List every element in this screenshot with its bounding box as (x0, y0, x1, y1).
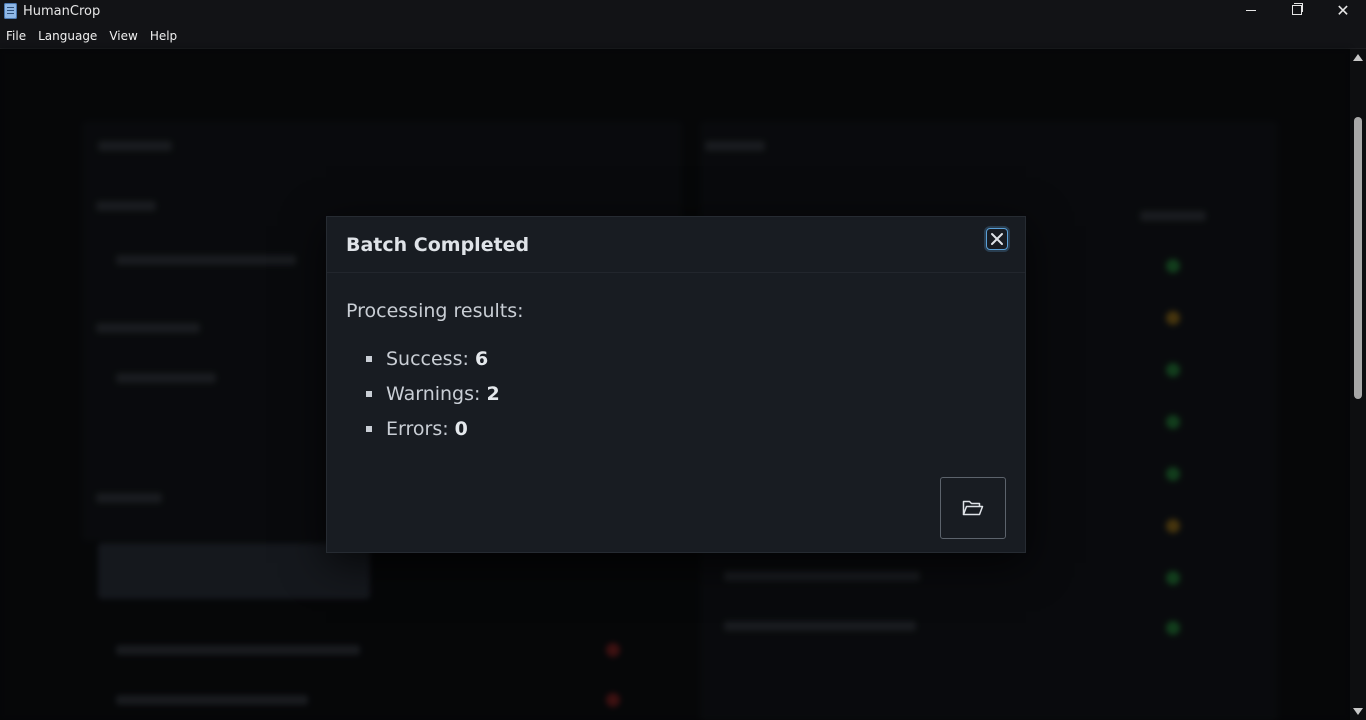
bullet-icon (366, 356, 372, 362)
background-placeholder (116, 373, 216, 383)
title-bar[interactable]: HumanCrop ✕ (0, 0, 1366, 24)
dialog-body: Processing results: Success: 6 Warnings:… (346, 299, 986, 452)
background-status-dot (1166, 519, 1180, 533)
result-label: Errors: (386, 418, 455, 440)
result-value: 2 (486, 383, 500, 405)
bullet-icon (366, 391, 372, 397)
dialog-title: Batch Completed (346, 234, 530, 256)
menu-help[interactable]: Help (144, 24, 183, 48)
background-placeholder (705, 141, 765, 151)
dialog-close-button[interactable] (986, 228, 1008, 250)
close-icon (991, 233, 1003, 245)
background-status-dot (1166, 415, 1180, 429)
background-placeholder (116, 645, 360, 655)
folder-open-icon (962, 500, 984, 516)
background-status-dot (1166, 363, 1180, 377)
scroll-down-icon[interactable] (1353, 708, 1363, 715)
result-value: 6 (474, 348, 489, 370)
background-status-dot (1166, 621, 1180, 635)
maximize-button[interactable] (1274, 0, 1320, 24)
background-placeholder (724, 571, 920, 581)
background-status-dot (1166, 467, 1180, 481)
result-label: Warnings: (386, 383, 487, 405)
result-label: Success: (386, 348, 475, 370)
batch-completed-dialog: Batch Completed Processing results: Succ… (326, 216, 1026, 553)
background-placeholder (96, 493, 162, 503)
maximize-icon (1292, 3, 1303, 15)
close-window-icon: ✕ (1336, 0, 1350, 20)
scroll-thumb[interactable] (1354, 117, 1362, 399)
open-output-folder-button[interactable] (940, 477, 1006, 539)
background-placeholder (98, 141, 172, 151)
results-heading: Processing results: (346, 300, 524, 322)
scroll-up-icon[interactable] (1353, 54, 1363, 61)
results-list: Success: 6 Warnings: 2 Errors: 0 (346, 347, 986, 441)
vertical-scrollbar[interactable] (1350, 49, 1366, 720)
result-success: Success: 6 (346, 347, 986, 371)
background-placeholder (96, 201, 156, 211)
result-value: 0 (454, 418, 468, 440)
app-window: HumanCrop ✕ File Language View Help Batc… (0, 0, 1366, 720)
bullet-icon (366, 426, 372, 432)
background-placeholder (116, 695, 308, 705)
background-status-dot (1166, 571, 1180, 585)
menu-bar: File Language View Help (0, 24, 1366, 49)
minimize-icon (1246, 9, 1256, 11)
background-placeholder (116, 255, 296, 265)
background-status-dot (606, 643, 620, 657)
background-placeholder (724, 621, 916, 631)
menu-language[interactable]: Language (32, 24, 103, 48)
result-warnings: Warnings: 2 (346, 382, 986, 406)
close-window-button[interactable]: ✕ (1320, 0, 1366, 24)
window-title: HumanCrop (23, 4, 101, 19)
background-placeholder (1140, 211, 1206, 221)
background-status-dot (1166, 311, 1180, 325)
app-icon (4, 3, 17, 19)
result-errors: Errors: 0 (346, 417, 986, 441)
background-placeholder (96, 323, 200, 333)
dialog-header: Batch Completed (327, 217, 1025, 273)
background-status-dot (606, 693, 620, 707)
background-status-dot (1166, 259, 1180, 273)
menu-file[interactable]: File (0, 24, 32, 48)
menu-view[interactable]: View (103, 24, 143, 48)
minimize-button[interactable] (1228, 0, 1274, 24)
window-controls: ✕ (1228, 0, 1366, 24)
